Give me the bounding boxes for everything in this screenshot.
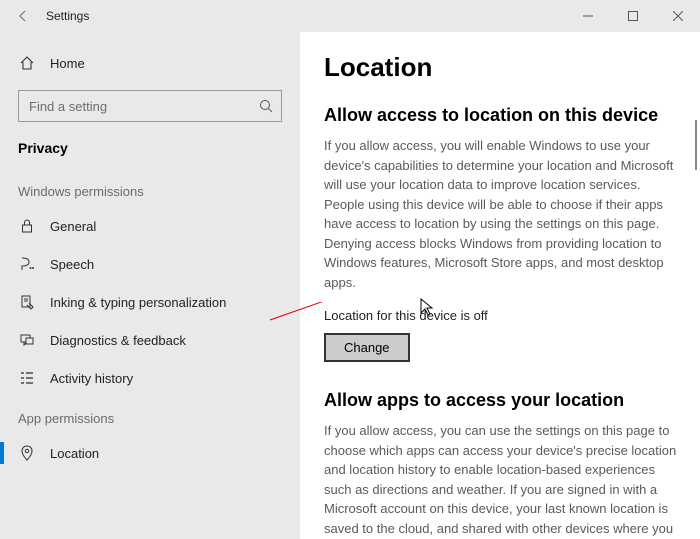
- sidebar-item-inking[interactable]: Inking & typing personalization: [0, 283, 300, 321]
- minimize-button[interactable]: [565, 0, 610, 32]
- titlebar: Settings: [0, 0, 700, 32]
- lock-icon: [18, 217, 36, 235]
- sidebar-item-label: Home: [50, 56, 85, 71]
- sidebar-item-label: Speech: [50, 257, 94, 272]
- section-title-app-access: Allow apps to access your location: [324, 390, 678, 411]
- sidebar: Home Privacy Windows permissions General…: [0, 32, 300, 539]
- content-pane[interactable]: Location Allow access to location on thi…: [300, 32, 700, 539]
- sidebar-current-page: Privacy: [0, 132, 300, 170]
- scrollbar[interactable]: [695, 120, 697, 170]
- minimize-icon: [583, 11, 593, 21]
- window-controls: [565, 0, 700, 32]
- section-title-device-access: Allow access to location on this device: [324, 105, 678, 126]
- inking-icon: [18, 293, 36, 311]
- sidebar-section-windows: Windows permissions: [0, 170, 300, 207]
- close-icon: [673, 11, 683, 21]
- change-button[interactable]: Change: [324, 333, 410, 362]
- search-icon: [259, 99, 273, 113]
- sidebar-item-home[interactable]: Home: [0, 44, 300, 82]
- sidebar-section-app: App permissions: [0, 397, 300, 434]
- sidebar-item-diagnostics[interactable]: Diagnostics & feedback: [0, 321, 300, 359]
- sidebar-item-label: Inking & typing personalization: [50, 295, 226, 310]
- search-box[interactable]: [18, 90, 282, 122]
- activity-icon: [18, 369, 36, 387]
- sidebar-item-activity[interactable]: Activity history: [0, 359, 300, 397]
- location-device-status: Location for this device is off: [324, 308, 678, 323]
- sidebar-item-speech[interactable]: Speech: [0, 245, 300, 283]
- maximize-icon: [628, 11, 638, 21]
- back-button[interactable]: [8, 0, 38, 32]
- speech-icon: [18, 255, 36, 273]
- section-body-app-access: If you allow access, you can use the set…: [324, 421, 678, 539]
- location-icon: [18, 444, 36, 462]
- close-button[interactable]: [655, 0, 700, 32]
- home-icon: [18, 54, 36, 72]
- search-input[interactable]: [27, 98, 259, 115]
- back-arrow-icon: [16, 9, 30, 23]
- sidebar-item-label: Diagnostics & feedback: [50, 333, 186, 348]
- page-title: Location: [324, 52, 678, 83]
- maximize-button[interactable]: [610, 0, 655, 32]
- sidebar-item-location[interactable]: Location: [0, 434, 300, 472]
- sidebar-item-general[interactable]: General: [0, 207, 300, 245]
- sidebar-item-label: Location: [50, 446, 99, 461]
- window-title: Settings: [46, 9, 89, 23]
- sidebar-item-label: General: [50, 219, 96, 234]
- feedback-icon: [18, 331, 36, 349]
- sidebar-item-label: Activity history: [50, 371, 133, 386]
- section-body-device-access: If you allow access, you will enable Win…: [324, 136, 678, 292]
